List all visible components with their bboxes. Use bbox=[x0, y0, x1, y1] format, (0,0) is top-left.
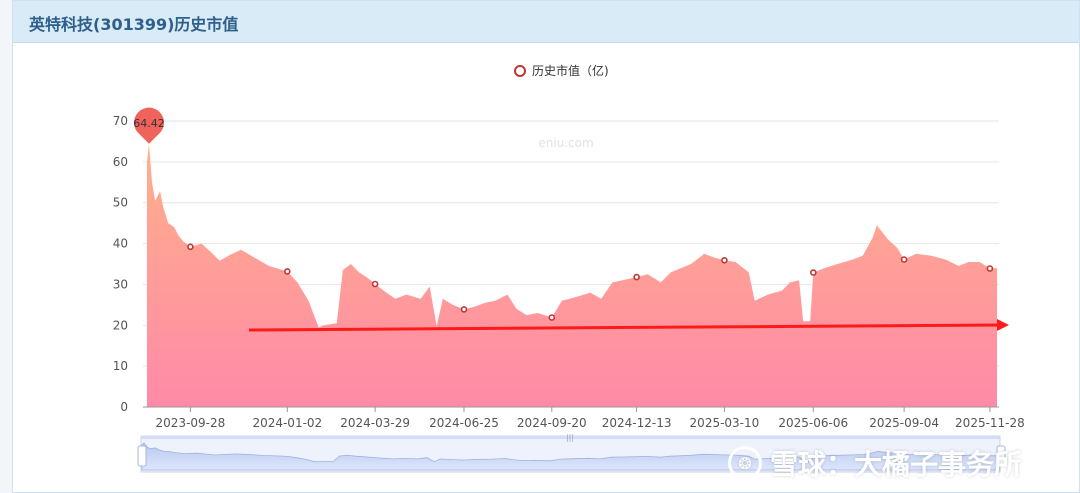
y-tick-label: 60 bbox=[113, 155, 128, 169]
market-cap-chart: 0 10 20 30 40 50 60 70 eniu.com 2023-09-28 2024-… bbox=[113, 63, 1025, 473]
x-tick-label: 2024-12-13 bbox=[602, 416, 672, 430]
x-tick-label: 2024-03-29 bbox=[340, 416, 410, 430]
y-tick-label: 70 bbox=[113, 114, 128, 128]
x-tick-label: 2023-09-28 bbox=[156, 416, 226, 430]
y-tick-label: 30 bbox=[113, 277, 128, 291]
max-value-pin: 64.42 bbox=[133, 107, 165, 144]
data-point-marker[interactable] bbox=[721, 256, 728, 264]
y-tick-label: 10 bbox=[113, 359, 128, 373]
data-point-marker[interactable] bbox=[809, 269, 817, 276]
y-tick-label: 50 bbox=[113, 196, 128, 210]
market-cap-area bbox=[147, 143, 997, 407]
data-point-marker[interactable] bbox=[187, 243, 194, 251]
x-tick-label: 2025-03-10 bbox=[690, 416, 760, 430]
y-tick-label: 0 bbox=[120, 400, 128, 414]
zoom-grip-icon[interactable]: ||| bbox=[566, 433, 574, 442]
data-point-marker[interactable] bbox=[371, 280, 379, 288]
brand-watermark: ❂ 雪球：大橘子事务所 bbox=[728, 443, 1022, 483]
data-point-marker[interactable] bbox=[283, 268, 291, 275]
x-tick-label: 2025-11-28 bbox=[955, 416, 1025, 430]
y-tick-label: 40 bbox=[113, 237, 128, 251]
data-point-marker[interactable] bbox=[986, 265, 994, 272]
x-tick-label: 2024-01-02 bbox=[252, 416, 322, 430]
y-tick-label: 20 bbox=[113, 318, 128, 332]
x-tick-label: 2025-09-04 bbox=[869, 416, 939, 430]
legend-label: 历史市值（亿) bbox=[532, 63, 609, 78]
max-value-label: 64.42 bbox=[133, 117, 165, 130]
legend-marker-icon bbox=[514, 65, 526, 77]
data-point-marker[interactable] bbox=[633, 273, 640, 281]
xueqiu-logo-icon: ❂ bbox=[728, 446, 762, 480]
data-point-marker[interactable] bbox=[460, 306, 468, 313]
data-point-marker[interactable] bbox=[548, 314, 556, 321]
y-axis: 0 10 20 30 40 50 60 70 bbox=[113, 114, 128, 414]
brand-watermark-text: 雪球：大橘子事务所 bbox=[770, 448, 1023, 481]
zoom-handle-left[interactable] bbox=[137, 445, 147, 467]
site-watermark: eniu.com bbox=[538, 136, 593, 150]
x-tick-label: 2024-09-20 bbox=[517, 416, 587, 430]
x-tick-label: 2025-06-06 bbox=[778, 416, 848, 430]
data-point-marker[interactable] bbox=[900, 256, 908, 263]
x-tick-label: 2024-06-25 bbox=[429, 416, 499, 430]
legend[interactable]: 历史市值（亿) bbox=[514, 63, 609, 78]
x-axis: 2023-09-28 2024-01-02 2024-03-29 2024-06-25… bbox=[156, 407, 1025, 430]
trend-arrow-head-icon bbox=[997, 319, 1009, 331]
